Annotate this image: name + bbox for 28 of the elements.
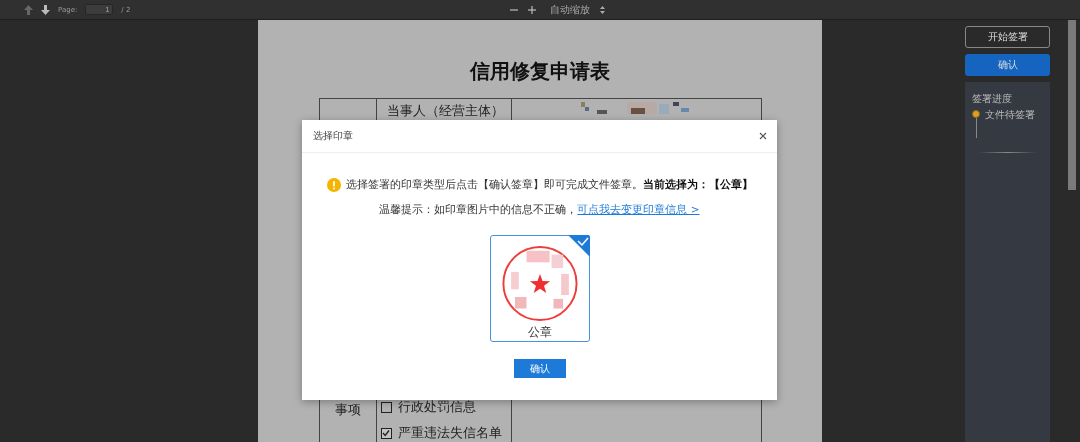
seal-card[interactable]: 公章 xyxy=(489,235,590,342)
step-label: 文件待签署 xyxy=(985,110,1035,122)
updown-caret-icon xyxy=(600,5,605,14)
confirm-button[interactable]: 确认 xyxy=(513,359,566,378)
seal-label: 公章 xyxy=(527,324,552,341)
close-icon[interactable] xyxy=(759,132,767,140)
dialog-title: 选择印章 xyxy=(313,129,353,143)
start-signing-button[interactable]: 开始签署 xyxy=(965,26,1050,48)
checkbox[interactable] xyxy=(380,427,392,439)
document-title: 信用修复申请表 xyxy=(470,58,610,85)
down-arrow-icon[interactable] xyxy=(41,4,50,15)
checkbox[interactable] xyxy=(380,401,392,413)
confirm-button[interactable]: 确认 xyxy=(965,54,1050,76)
option-label: 严重违法失信名单 xyxy=(397,424,502,442)
step-line xyxy=(975,118,977,138)
option-label: 行政处罚信息 xyxy=(397,398,476,416)
selected-check-icon xyxy=(567,235,590,257)
progress-title: 签署进度 xyxy=(972,92,1013,106)
dialog-message: 选择签署的印章类型后点击【确认签章】即可完成文件签章。当前选择为：【公章】 xyxy=(345,178,753,192)
tip-text: 温馨提示：如印章图片中的信息不正确， xyxy=(379,203,578,217)
zoom-select[interactable]: 自动缩放 xyxy=(546,0,609,19)
party-label: 当事人（经营主体） xyxy=(386,103,504,118)
scrollbar-thumb[interactable] xyxy=(1068,20,1076,190)
warning-icon xyxy=(326,178,341,192)
change-seal-link[interactable]: 可点我去变更印章信息 > xyxy=(577,203,700,217)
matter-label: 事项 xyxy=(334,401,361,419)
check-icon xyxy=(382,429,390,437)
zoom-in-icon[interactable] xyxy=(528,5,536,14)
